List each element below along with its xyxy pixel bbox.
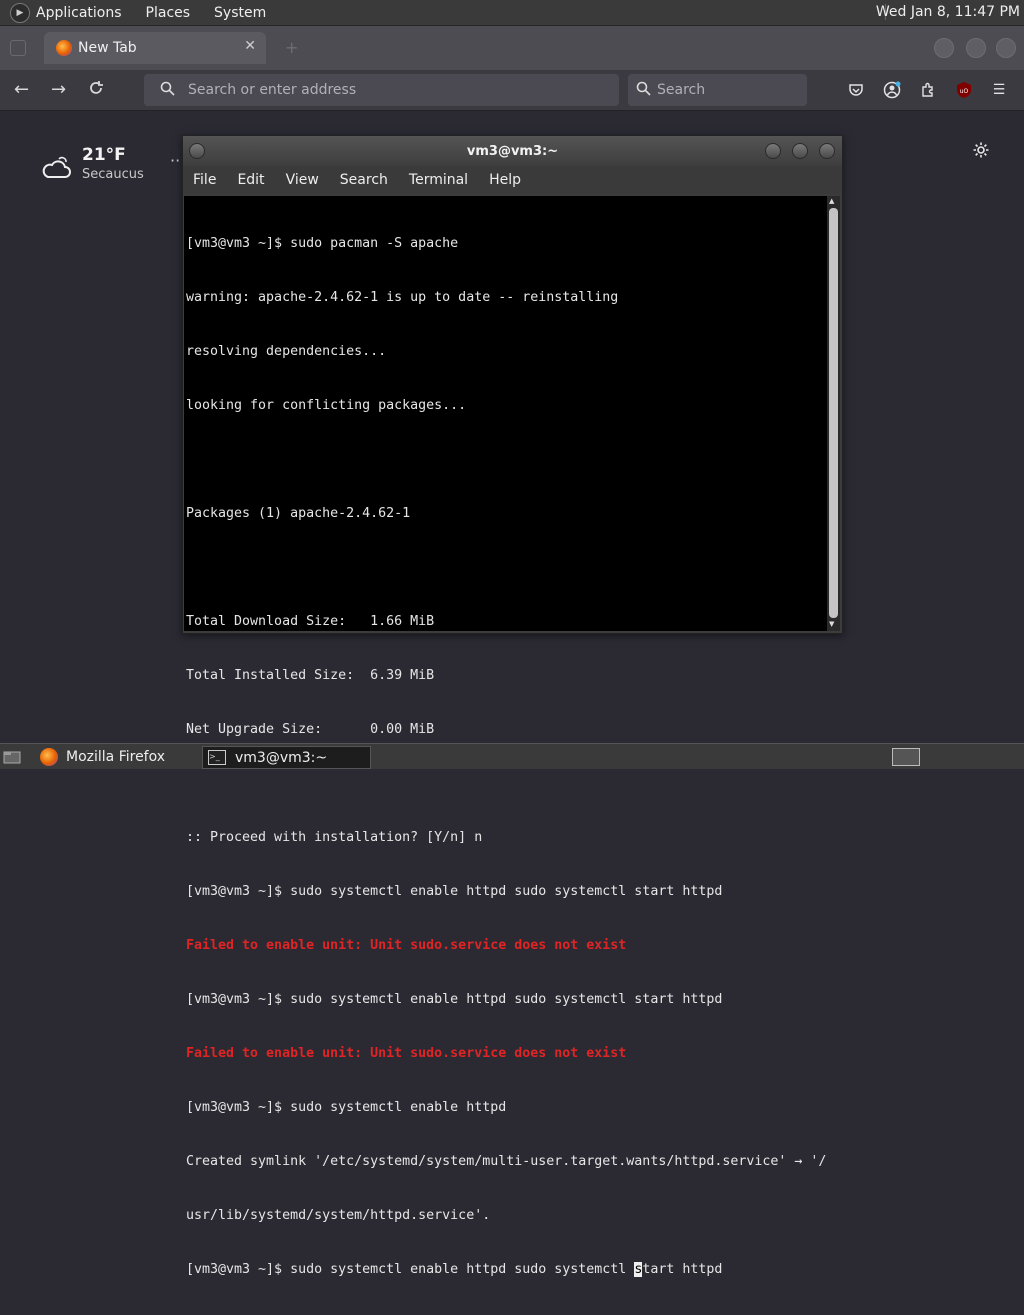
scroll-down-icon[interactable]: ▼ <box>829 620 834 628</box>
terminal-menu-file[interactable]: File <box>193 172 216 188</box>
gear-icon[interactable] <box>972 141 990 164</box>
minimize-window-button[interactable] <box>934 38 954 58</box>
tab-overview-icon[interactable] <box>10 40 26 56</box>
menu-applications[interactable]: Applications <box>36 5 122 21</box>
reload-icon[interactable] <box>87 79 105 102</box>
navigation-bar: ← → uO ☰ <box>0 70 1024 111</box>
close-window-button[interactable] <box>996 38 1016 58</box>
terminal-line: [vm3@vm3 ~]$ sudo systemctl enable httpd <box>186 1100 507 1115</box>
address-input[interactable] <box>186 81 619 99</box>
hamburger-menu-icon[interactable]: ☰ <box>990 81 1008 99</box>
terminal-maximize-button[interactable] <box>792 143 808 159</box>
account-icon[interactable] <box>883 81 901 99</box>
weather-options-icon[interactable]: ·· <box>170 151 180 170</box>
terminal-close-button[interactable] <box>819 143 835 159</box>
weather-widget[interactable]: 21°F Secaucus ·· <box>40 145 180 182</box>
scrollbar-thumb[interactable] <box>829 208 838 618</box>
terminal-icon: >_ <box>208 750 226 765</box>
terminal-line: warning: apache-2.4.62-1 is up to date -… <box>186 290 619 305</box>
web-search-input[interactable] <box>655 81 833 99</box>
taskbar-item-firefox[interactable]: Mozilla Firefox <box>36 746 196 767</box>
forward-arrow-icon[interactable]: → <box>51 79 66 100</box>
text-cursor: s <box>634 1262 643 1277</box>
taskbar: Mozilla Firefox >_ vm3@vm3:~ <box>0 743 1024 769</box>
tab-strip: New Tab ✕ + <box>0 26 1024 70</box>
terminal-titlebar[interactable]: vm3@vm3:~ <box>183 136 842 166</box>
terminal-line: resolving dependencies... <box>186 344 387 359</box>
terminal-error-line: Failed to enable unit: Unit sudo.service… <box>186 1046 627 1061</box>
terminal-line: Packages (1) apache-2.4.62-1 <box>186 506 411 521</box>
terminal-line: [vm3@vm3 ~]$ sudo systemctl enable httpd… <box>186 992 723 1007</box>
back-arrow-icon[interactable]: ← <box>14 79 29 100</box>
terminal-menubar: File Edit View Search Terminal Help <box>183 166 842 194</box>
terminal-menu-edit[interactable]: Edit <box>237 172 264 188</box>
window-menu-button[interactable] <box>189 143 205 159</box>
command-after-cursor: tart httpd <box>642 1262 723 1277</box>
cloud-icon <box>42 156 71 178</box>
clock[interactable]: Wed Jan 8, 11:47 PM <box>876 4 1020 20</box>
terminal-line: looking for conflicting packages... <box>186 398 467 413</box>
tab-new-tab[interactable]: New Tab ✕ <box>44 32 266 64</box>
menu-system[interactable]: System <box>214 5 266 21</box>
tab-close-icon[interactable]: ✕ <box>244 38 256 54</box>
maximize-window-button[interactable] <box>966 38 986 58</box>
show-desktop-icon[interactable] <box>3 746 23 767</box>
terminal-scrollbar[interactable]: ▲ ▼ <box>827 196 840 631</box>
new-tab-plus-icon[interactable]: + <box>285 38 298 57</box>
taskbar-item-label: Mozilla Firefox <box>66 748 166 765</box>
taskbar-item-label: vm3@vm3:~ <box>235 749 328 766</box>
terminal-title: vm3@vm3:~ <box>466 144 559 159</box>
ublock-origin-icon[interactable]: uO <box>955 81 973 99</box>
terminal-minimize-button[interactable] <box>765 143 781 159</box>
menu-places[interactable]: Places <box>146 5 191 21</box>
taskbar-item-terminal[interactable]: >_ vm3@vm3:~ <box>202 746 371 769</box>
terminal-line: [vm3@vm3 ~]$ sudo systemctl enable httpd… <box>186 884 723 899</box>
distro-logo-icon[interactable]: ▶ <box>10 2 30 23</box>
pocket-icon[interactable] <box>847 81 865 99</box>
search-bar[interactable] <box>628 74 833 106</box>
top-panel: ▶ Applications Places System Wed Jan 8, … <box>0 0 1024 26</box>
terminal-line: usr/lib/systemd/system/httpd.service'. <box>186 1208 491 1223</box>
terminal-line: [vm3@vm3 ~]$ sudo pacman -S apache <box>186 236 459 251</box>
terminal-menu-view[interactable]: View <box>286 172 319 188</box>
svg-text:uO: uO <box>960 88 969 95</box>
terminal-output[interactable]: [vm3@vm3 ~]$ sudo pacman -S apache warni… <box>184 196 827 1277</box>
tab-title: New Tab <box>78 40 137 56</box>
extensions-icon[interactable] <box>919 81 937 99</box>
terminal-line: Total Download Size: 1.66 MiB <box>186 614 435 629</box>
terminal-menu-terminal[interactable]: Terminal <box>409 172 468 188</box>
terminal-error-line: Failed to enable unit: Unit sudo.service… <box>186 938 627 953</box>
terminal-window[interactable]: vm3@vm3:~ File Edit View Search Terminal… <box>182 135 843 1277</box>
weather-temperature: 21°F <box>82 145 126 165</box>
firefox-favicon-icon <box>56 40 72 56</box>
search-icon <box>154 81 180 100</box>
terminal-line: Net Upgrade Size: 0.00 MiB <box>186 722 435 737</box>
terminal-menu-search[interactable]: Search <box>340 172 388 188</box>
workspace-switcher-icon[interactable] <box>892 746 924 767</box>
terminal-line: Total Installed Size: 6.39 MiB <box>186 668 435 683</box>
terminal-menu-help[interactable]: Help <box>489 172 521 188</box>
firefox-icon <box>40 747 58 766</box>
terminal-line: Created symlink '/etc/systemd/system/mul… <box>186 1154 827 1169</box>
terminal-line: :: Proceed with installation? [Y/n] n <box>186 830 483 845</box>
terminal-current-line[interactable]: [vm3@vm3 ~]$ sudo systemctl enable httpd… <box>186 1261 826 1279</box>
command-before-cursor: [vm3@vm3 ~]$ sudo systemctl enable httpd… <box>186 1262 635 1277</box>
url-bar[interactable] <box>144 74 619 106</box>
weather-location: Secaucus <box>82 167 144 182</box>
scroll-up-icon[interactable]: ▲ <box>829 197 834 205</box>
search-icon <box>636 81 651 100</box>
